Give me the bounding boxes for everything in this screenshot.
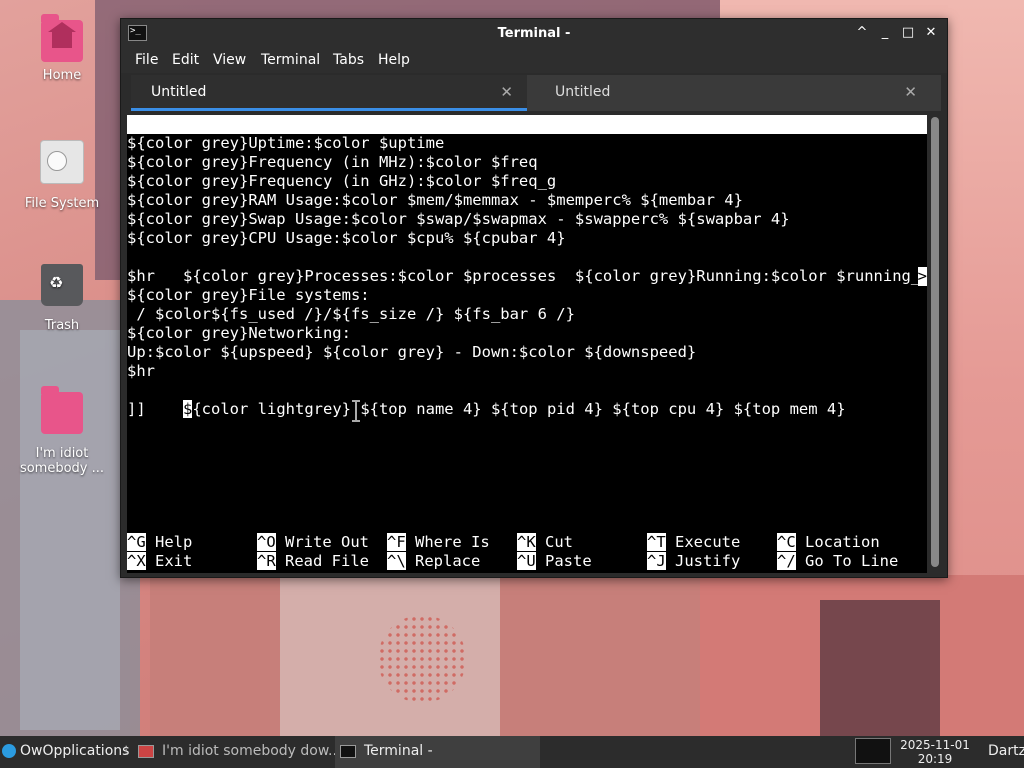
- taskbar-item-terminal[interactable]: Terminal -: [335, 736, 540, 768]
- tab-bar: Untitled ✕ Untitled ✕: [131, 75, 941, 111]
- editor-line: ${color grey}File systems:: [127, 286, 370, 304]
- shortcut-help[interactable]: ^G Help: [127, 533, 192, 552]
- tab-untitled-1[interactable]: Untitled ✕: [131, 75, 527, 111]
- shortcut-exit[interactable]: ^X Exit: [127, 552, 192, 571]
- terminal-content[interactable]: GNU nano 8.4 .conkyrc * ${color grey}Upt…: [127, 115, 927, 573]
- editor-line: ${color grey}RAM Usage:$color $mem/$memm…: [127, 191, 743, 209]
- shortcut-write-out[interactable]: ^O Write Out: [257, 533, 369, 552]
- shortcut-location[interactable]: ^C Location: [777, 533, 880, 552]
- shortcut-execute[interactable]: ^T Execute: [647, 533, 740, 552]
- shade-button[interactable]: ^: [853, 24, 871, 42]
- desktop-icon-home[interactable]: Home: [14, 14, 110, 83]
- shortcut-where-is[interactable]: ^F Where Is: [387, 533, 490, 552]
- editor-line: ${color lightgrey} ${top name 4} ${top p…: [127, 381, 846, 418]
- tab-label: Untitled: [151, 84, 207, 100]
- nano-header: GNU nano 8.4 .conkyrc *: [127, 115, 927, 171]
- menu-edit[interactable]: Edit: [172, 52, 199, 68]
- ibeam-cursor-icon: [351, 400, 361, 422]
- desktop-icon-label: File System: [24, 196, 100, 211]
- editor-line: $hr: [127, 267, 155, 285]
- editor-line-text: {color lightgrey} ${top name 4} ${top pi…: [192, 400, 846, 418]
- menu-help[interactable]: Help: [378, 52, 410, 68]
- taskbar-item-folder-window[interactable]: I'm idiot somebody dow...: [133, 736, 336, 768]
- editor-line: $hr: [127, 362, 155, 380]
- tab-untitled-2[interactable]: Untitled ✕: [535, 75, 931, 111]
- user-menu[interactable]: Dartz: [988, 736, 1024, 768]
- terminal-scrollbar[interactable]: [929, 115, 941, 573]
- line-overflow-marker: >: [917, 267, 927, 286]
- workspace-preview-icon[interactable]: [855, 738, 891, 764]
- menu-tabs[interactable]: Tabs: [333, 52, 364, 68]
- window-titlebar[interactable]: >_ Terminal - ^ _ □ ✕: [121, 19, 947, 49]
- shortcut-paste[interactable]: ^U Paste: [517, 552, 592, 571]
- desktop-icon-trash[interactable]: ♻ Trash: [14, 264, 110, 333]
- editor-line: / $color${fs_used /}/${fs_size /} ${fs_b…: [127, 305, 575, 323]
- menu-terminal[interactable]: Terminal: [261, 52, 320, 68]
- editor-line: ${color grey}CPU Usage:$color $cpu% ${cp…: [127, 229, 566, 247]
- tab-label: Untitled: [555, 84, 611, 100]
- clock[interactable]: 2025-11-01 20:19: [890, 738, 980, 766]
- taskbar-item-label: I'm idiot somebody dow...: [162, 743, 336, 759]
- minimize-button[interactable]: _: [876, 24, 894, 42]
- clock-time: 20:19: [917, 752, 953, 766]
- tab-close-icon[interactable]: ✕: [500, 83, 513, 101]
- editor-line: Up:$color ${upspeed} ${color grey} - Dow…: [127, 343, 697, 361]
- editor-line: ${color grey}Frequency (in MHz):$color $…: [127, 153, 538, 171]
- editor-line: ]]: [127, 400, 146, 418]
- shortcut-read-file[interactable]: ^R Read File: [257, 552, 369, 571]
- trash-icon: ♻: [41, 264, 83, 306]
- editor-line: ${color grey}Swap Usage:$color $swap/$sw…: [127, 210, 790, 228]
- editor-line: ${color grey}Frequency (in GHz):$color $…: [127, 172, 557, 190]
- scrollbar-thumb[interactable]: [931, 117, 939, 567]
- taskbar-separator: ⁝: [124, 743, 129, 759]
- terminal-window[interactable]: >_ Terminal - ^ _ □ ✕ File Edit View Ter…: [120, 18, 948, 578]
- desktop-icon-label: Home: [42, 68, 82, 83]
- home-folder-icon: [41, 14, 83, 62]
- menubar: File Edit View Terminal Tabs Help: [121, 49, 947, 73]
- editor-line-text: ${color grey}Processes:$color $processes…: [183, 267, 921, 285]
- desktop-icon-label: Trash: [44, 318, 80, 333]
- applications-menu-label: OwOpplications: [20, 743, 130, 759]
- taskbar-item-label: Terminal -: [364, 743, 433, 759]
- close-button[interactable]: ✕: [922, 24, 940, 42]
- shortcut-cut[interactable]: ^K Cut: [517, 533, 573, 552]
- menu-view[interactable]: View: [213, 52, 246, 68]
- clock-date: 2025-11-01: [900, 738, 970, 752]
- text-cursor: $: [183, 400, 193, 418]
- editor-line: ${color grey}Uptime:$color $uptime: [127, 134, 445, 152]
- desktop-icon-file-system[interactable]: File System: [14, 140, 110, 211]
- desktop-icon-folder[interactable]: I'm idiot somebody ...: [14, 386, 110, 476]
- desktop-icon-label: I'm idiot somebody ...: [19, 446, 105, 476]
- shortcut-replace[interactable]: ^\ Replace: [387, 552, 480, 571]
- applications-menu-button[interactable]: OwOpplications: [2, 736, 129, 768]
- editor-line: ${color grey}Networking:: [127, 324, 351, 342]
- editor-line: ${color grey}Processes:$color $processes…: [127, 248, 927, 286]
- shortcut-justify[interactable]: ^J Justify: [647, 552, 740, 571]
- folder-icon: [41, 386, 83, 434]
- window-title: Terminal -: [497, 26, 571, 41]
- menu-file[interactable]: File: [135, 52, 158, 68]
- tab-close-icon[interactable]: ✕: [904, 83, 917, 101]
- drive-icon: [40, 140, 84, 184]
- whisker-menu-icon: [2, 744, 16, 758]
- terminal-icon: [340, 744, 356, 758]
- window-icon: [138, 744, 154, 758]
- taskbar: OwOpplications ⁝ I'm idiot somebody dow.…: [0, 736, 1024, 768]
- shortcut-go-to-line[interactable]: ^/ Go To Line: [777, 552, 898, 571]
- maximize-button[interactable]: □: [899, 24, 917, 42]
